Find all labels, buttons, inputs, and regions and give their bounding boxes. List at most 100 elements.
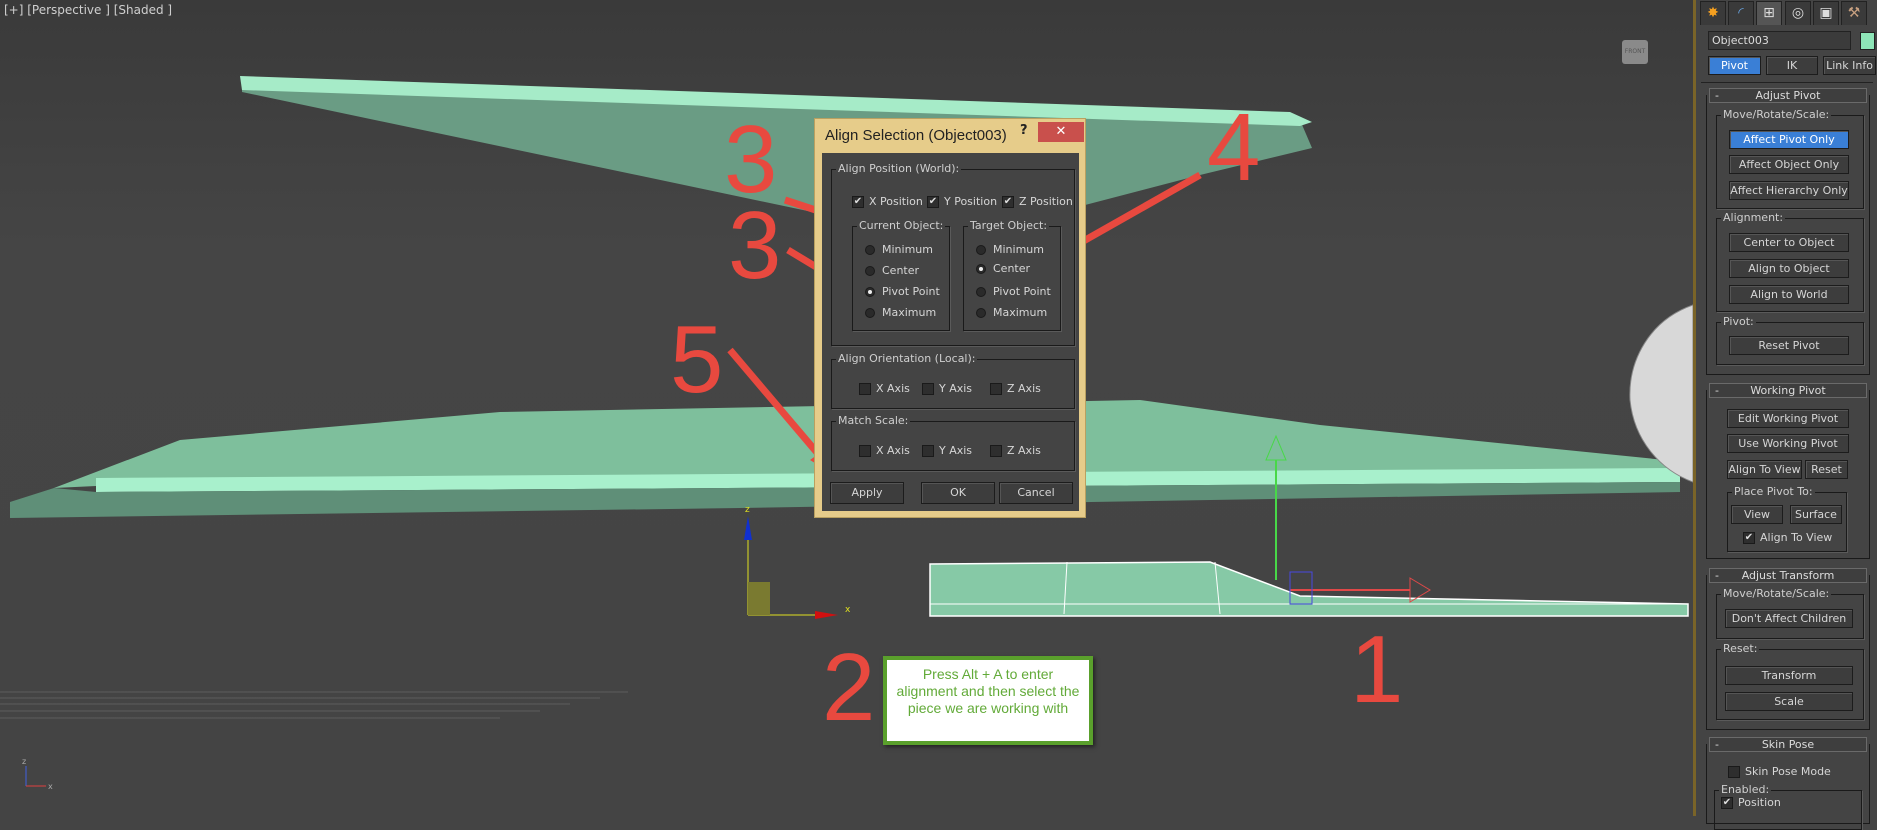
object-name-field[interactable]: Object003 [1708, 31, 1851, 50]
ik-tab[interactable]: IK [1766, 56, 1818, 75]
reset-working-pivot-button[interactable]: Reset [1805, 460, 1848, 479]
radio-dot [976, 263, 986, 274]
checkbox-box: ✔ [1743, 531, 1755, 544]
reset-transform-button[interactable]: Transform [1725, 666, 1853, 685]
label: Target Object: [968, 219, 1050, 232]
orient-z-checkbox[interactable]: Z Axis [990, 382, 1041, 395]
dont-affect-children-button[interactable]: Don't Affect Children [1725, 609, 1853, 628]
svg-text:z: z [745, 505, 750, 515]
label: Pivot Point [993, 285, 1051, 298]
align-position-group: Align Position (World): ✔ X Position ✔ Y P… [831, 162, 1075, 346]
label: Z Axis [1007, 444, 1041, 457]
align-to-view-button[interactable]: Align To View [1727, 460, 1802, 479]
hierarchy-icon[interactable]: ⊞ [1756, 1, 1782, 25]
target-center-radio[interactable]: Center [976, 262, 1030, 275]
affect-hierarchy-only-button[interactable]: Affect Hierarchy Only [1729, 181, 1849, 200]
motion-icon[interactable]: ◎ [1785, 1, 1811, 25]
target-object-group: Target Object: Minimum Center Pivot Poin… [963, 219, 1061, 331]
center-to-object-button[interactable]: Center to Object [1729, 233, 1849, 252]
target-maximum-radio[interactable]: Maximum [976, 306, 1047, 319]
svg-text:z: z [22, 757, 26, 766]
svg-text:x: x [845, 605, 851, 615]
current-center-radio[interactable]: Center [865, 264, 919, 277]
y-position-checkbox[interactable]: ✔ Y Position [927, 195, 997, 208]
reset-scale-button[interactable]: Scale [1725, 692, 1853, 711]
checkbox-box [1728, 765, 1740, 778]
object-color-swatch[interactable] [1860, 32, 1875, 50]
ok-button[interactable]: OK [921, 482, 995, 504]
label: Y Axis [939, 382, 973, 395]
label: Z Position [1019, 195, 1073, 208]
group-label: Align Position (World): [836, 162, 962, 175]
z-position-checkbox[interactable]: ✔ Z Position [1002, 195, 1073, 208]
orient-x-checkbox[interactable]: X Axis [859, 382, 910, 395]
align-to-view-checkbox[interactable]: ✔ Align To View [1743, 531, 1832, 544]
label: Position [1738, 796, 1781, 809]
create-icon[interactable]: ✸ [1700, 1, 1726, 25]
label: Skin Pose Mode [1745, 765, 1831, 778]
pivot-tab[interactable]: Pivot [1708, 56, 1761, 75]
checkbox-box: ✔ [852, 195, 864, 208]
skin-pose-mode-checkbox[interactable]: Skin Pose Mode [1728, 765, 1831, 778]
affect-object-only-button[interactable]: Affect Object Only [1729, 155, 1849, 174]
use-working-pivot-button[interactable]: Use Working Pivot [1727, 434, 1849, 453]
checkbox-box [859, 382, 871, 395]
orient-y-checkbox[interactable]: Y Axis [922, 382, 972, 395]
current-pivot-point-radio[interactable]: Pivot Point [865, 285, 940, 298]
label: Place Pivot To: [1732, 485, 1815, 498]
label: Current Object: [857, 219, 946, 232]
place-surface-button[interactable]: Surface [1790, 505, 1842, 524]
label: Center [993, 262, 1031, 275]
label: Maximum [993, 306, 1048, 319]
corner-axis-icon: zx [22, 757, 53, 791]
edit-working-pivot-button[interactable]: Edit Working Pivot [1727, 409, 1849, 428]
command-panel: ✸ ◜ ⊞ ◎ ▣ ⚒ Object003 Pivot IK Link Info… [1693, 0, 1877, 830]
help-icon[interactable]: ? [1020, 123, 1028, 138]
dialog-title: Align Selection (Object003) [825, 127, 1007, 144]
display-icon[interactable]: ▣ [1813, 1, 1839, 25]
label: X Axis [876, 444, 910, 457]
label: Maximum [882, 306, 937, 319]
sphere [1629, 304, 1693, 483]
scale-y-checkbox[interactable]: Y Axis [922, 444, 972, 457]
target-pivot-point-radio[interactable]: Pivot Point [976, 285, 1051, 298]
checkbox-box [859, 444, 871, 457]
label: Minimum [993, 243, 1044, 256]
step-number: 5 [670, 306, 724, 413]
radio-dot [865, 265, 875, 276]
apply-button[interactable]: Apply [830, 482, 904, 504]
scale-z-checkbox[interactable]: Z Axis [990, 444, 1041, 457]
affect-pivot-only-button[interactable]: Affect Pivot Only [1729, 130, 1849, 149]
place-view-button[interactable]: View [1731, 505, 1783, 524]
utilities-icon[interactable]: ⚒ [1841, 1, 1867, 25]
label: Y Position [944, 195, 998, 208]
step-number: 1 [1350, 616, 1404, 723]
position-checkbox[interactable]: ✔ Position [1721, 796, 1781, 809]
radio-dot [865, 286, 875, 297]
label: Z Axis [1007, 382, 1041, 395]
current-minimum-radio[interactable]: Minimum [865, 243, 933, 256]
scale-x-checkbox[interactable]: X Axis [859, 444, 910, 457]
svg-text:x: x [48, 782, 53, 791]
checkbox-box [990, 444, 1002, 457]
label: Pivot: [1721, 315, 1756, 328]
target-minimum-radio[interactable]: Minimum [976, 243, 1044, 256]
close-button[interactable]: ✕ [1038, 122, 1084, 142]
modify-icon[interactable]: ◜ [1728, 1, 1754, 25]
label: Move/Rotate/Scale: [1721, 108, 1832, 121]
align-to-object-button[interactable]: Align to Object [1729, 259, 1849, 278]
reset-pivot-button[interactable]: Reset Pivot [1729, 336, 1849, 355]
align-to-world-button[interactable]: Align to World [1729, 285, 1849, 304]
step-number: 2 [822, 634, 876, 741]
link-info-tab[interactable]: Link Info [1823, 56, 1876, 75]
viewcube[interactable]: FRONT [1622, 40, 1648, 64]
x-position-checkbox[interactable]: ✔ X Position [852, 195, 923, 208]
radio-dot [976, 286, 986, 297]
cancel-button[interactable]: Cancel [999, 482, 1073, 504]
radio-dot [976, 244, 986, 255]
label: Match Scale: [836, 414, 911, 427]
label: Align Orientation (Local): [836, 352, 978, 365]
viewport-label[interactable]: [+] [Perspective ] [Shaded ] [4, 3, 172, 17]
current-maximum-radio[interactable]: Maximum [865, 306, 936, 319]
label: Align To View [1760, 531, 1833, 544]
